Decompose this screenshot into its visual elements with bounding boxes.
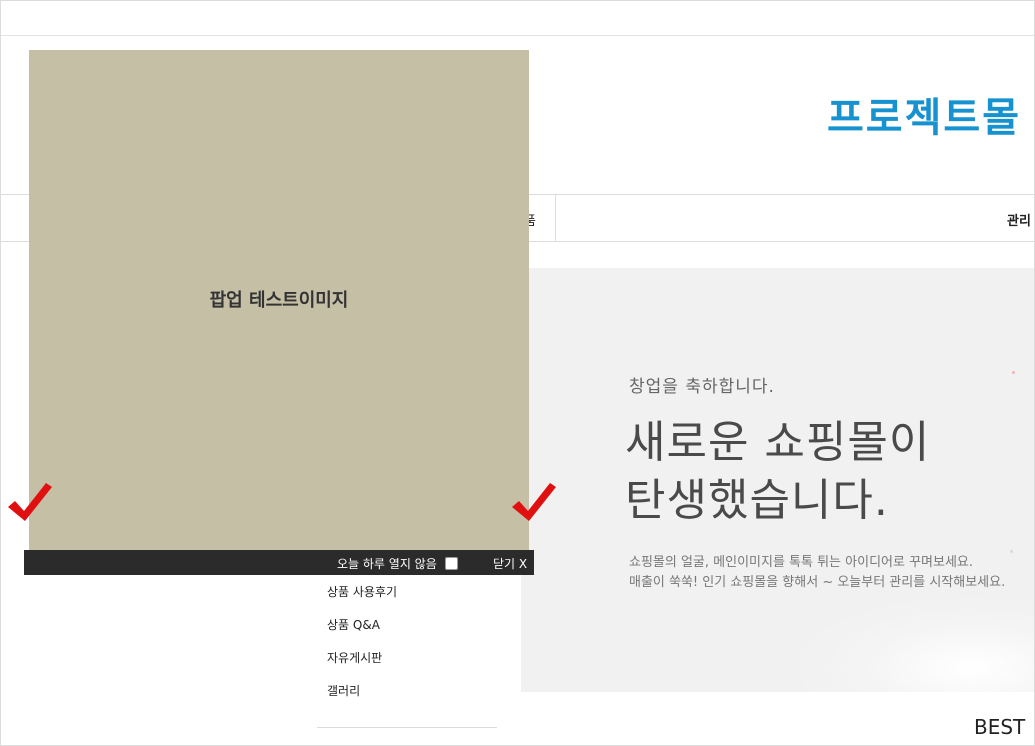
- no-show-today-control[interactable]: 오늘 하루 열지 않음: [337, 555, 458, 572]
- popup-close-button[interactable]: 닫기 X: [493, 555, 527, 572]
- best-section-title: BEST: [974, 715, 1026, 739]
- dropdown-item-reviews[interactable]: 상품 사용후기: [327, 583, 397, 600]
- no-show-today-label: 오늘 하루 열지 않음: [337, 557, 437, 571]
- banner-dot: [1010, 550, 1013, 553]
- popup-image[interactable]: 팝업 테스트이미지: [29, 50, 529, 550]
- dropdown-divider: [317, 727, 497, 728]
- top-bar: [1, 1, 1034, 36]
- dropdown-item-gallery[interactable]: 갤러리: [327, 682, 360, 699]
- checkmark-icon: [512, 483, 556, 521]
- banner-dot: [1012, 371, 1015, 374]
- dropdown-item-qna[interactable]: 상품 Q&A: [327, 616, 380, 633]
- main-banner[interactable]: 창업을 축하합니다. 새로운 쇼핑몰이 탄생했습니다. 쇼핑몰의 얼굴, 메인이…: [521, 268, 1034, 692]
- banner-headline-2: 탄생했습니다.: [625, 475, 889, 526]
- no-show-today-checkbox[interactable]: [444, 557, 458, 570]
- nav-item-admin[interactable]: 관리: [1007, 210, 1031, 229]
- banner-subtitle: 창업을 축하합니다.: [629, 377, 775, 397]
- community-dropdown: 상품 사용후기 상품 Q&A 자유게시판 갤러리: [317, 576, 499, 728]
- banner-glow: [801, 598, 1034, 692]
- nav-divider: [555, 195, 556, 241]
- banner-desc-2: 매출이 쑥쑥! 인기 쇼핑몰을 향해서 ~ 오늘부터 관리를 시작해보세요.: [629, 575, 1006, 590]
- popup-image-text: 팝업 테스트이미지: [209, 290, 349, 311]
- banner-desc-1: 쇼핑몰의 얼굴, 메인이미지를 톡톡 튀는 아이디어로 꾸며보세요.: [629, 555, 974, 570]
- banner-headline-1: 새로운 쇼핑몰이: [625, 417, 931, 468]
- checkmark-icon: [8, 483, 52, 521]
- dropdown-item-free-board[interactable]: 자유게시판: [327, 649, 382, 666]
- site-logo[interactable]: 프로젝트몰: [827, 85, 1021, 143]
- popup-footer-bar: 오늘 하루 열지 않음 닫기 X: [24, 550, 534, 575]
